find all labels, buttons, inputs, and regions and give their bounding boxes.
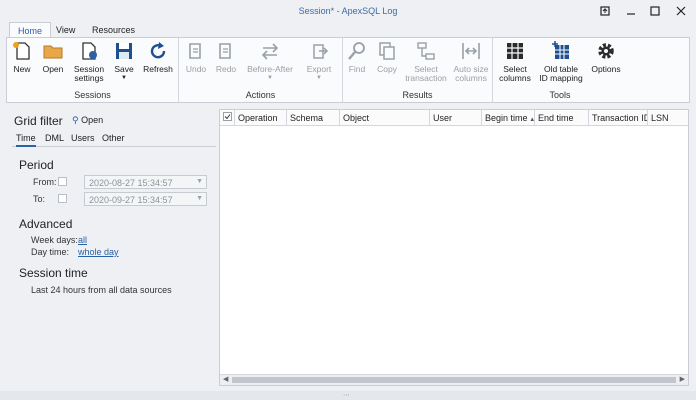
chevron-down-icon: ▼ (316, 75, 322, 81)
from-date-input[interactable]: 2020-08-27 15:34:57 ▼ (84, 175, 207, 189)
column-header-begin-time[interactable]: Begin time ▲ (482, 110, 535, 125)
old-table-id-mapping-button[interactable]: Old table ID mapping (539, 40, 583, 83)
redo-script-icon (219, 43, 231, 59)
subtab-users[interactable]: Users (71, 133, 95, 145)
column-header-transaction-id[interactable]: Transaction ID (589, 110, 648, 125)
period-heading: Period (19, 158, 54, 172)
tab-resources[interactable]: Resources (84, 22, 143, 38)
ribbon-group-sessions: New Open Session settings Save ▼ Refresh… (7, 38, 179, 102)
weekdays-link[interactable]: all (78, 235, 87, 245)
open-filter-button[interactable]: ⚲ Open (72, 115, 103, 126)
maximize-button[interactable] (646, 3, 664, 19)
from-label: From: (33, 177, 57, 187)
open-button[interactable]: Open (39, 40, 67, 74)
tab-view[interactable]: View (48, 22, 83, 38)
chevron-down-icon: ▼ (121, 75, 127, 81)
undo-button[interactable]: Undo (183, 40, 209, 74)
to-date-input[interactable]: 2020-09-27 15:34:57 ▼ (84, 192, 207, 206)
tab-home[interactable]: Home (9, 22, 52, 38)
auto-size-columns-icon (462, 43, 480, 59)
ribbon-group-results: Find Copy Select transaction Auto size c… (343, 38, 493, 102)
select-all-checkbox[interactable] (220, 110, 235, 125)
new-session-icon (13, 42, 30, 60)
before-after-icon (261, 43, 279, 60)
magnifier-icon (348, 42, 365, 60)
auto-size-columns-button[interactable]: Auto size columns (451, 40, 491, 83)
export-button[interactable]: Export ▼ (301, 40, 337, 83)
gear-icon (598, 43, 614, 59)
to-label: To: (33, 194, 46, 204)
grid-header: Operation Schema Object User Begin time … (220, 110, 688, 126)
advanced-heading: Advanced (19, 217, 73, 231)
resize-grip-icon[interactable]: ⋯ (343, 391, 350, 399)
folder-open-icon (43, 45, 63, 59)
weekdays-label: Week days: (31, 235, 78, 245)
refresh-button[interactable]: Refresh (141, 40, 175, 74)
floppy-disk-icon (116, 43, 132, 59)
daytime-label: Day time: (31, 247, 70, 257)
results-grid[interactable]: Operation Schema Object User Begin time … (219, 109, 689, 386)
options-button[interactable]: Options (589, 40, 623, 74)
column-header-object[interactable]: Object (340, 110, 430, 125)
filter-icon: ⚲ (72, 115, 79, 125)
select-columns-button[interactable]: Select columns (495, 40, 535, 83)
ribbon-tabs: Home View Resources (0, 22, 696, 38)
subtab-other[interactable]: Other (102, 133, 125, 145)
session-settings-icon (82, 42, 97, 60)
table-mapping-icon (552, 41, 569, 59)
save-button[interactable]: Save ▼ (111, 40, 137, 83)
ribbon-group-label: Tools (549, 90, 571, 100)
restore-ribbon-icon[interactable] (596, 3, 614, 19)
column-header-schema[interactable]: Schema (287, 110, 340, 125)
ribbon-group-label: Results (402, 90, 433, 100)
subtab-dml[interactable]: DML (45, 133, 64, 145)
chevron-down-icon[interactable]: ▼ (196, 195, 203, 202)
chevron-down-icon: ▼ (267, 75, 273, 81)
column-header-operation[interactable]: Operation (235, 110, 287, 125)
select-columns-icon (507, 43, 523, 59)
copy-icon (379, 42, 395, 60)
session-time-heading: Session time (19, 266, 88, 280)
scroll-right-icon[interactable]: ▶ (680, 375, 685, 383)
ribbon-group-tools: Select columns Old table ID mapping Opti… (493, 38, 627, 102)
select-transaction-icon (417, 42, 435, 60)
title-bar: Session* - ApexSQL Log (0, 0, 696, 22)
column-header-user[interactable]: User (430, 110, 482, 125)
new-button[interactable]: New (9, 40, 35, 74)
select-transaction-button[interactable]: Select transaction (403, 40, 449, 83)
ribbon: New Open Session settings Save ▼ Refresh… (6, 37, 690, 103)
find-button[interactable]: Find (343, 40, 371, 74)
session-settings-button[interactable]: Session settings (71, 40, 107, 83)
column-header-lsn[interactable]: LSN (648, 110, 688, 125)
export-icon (313, 44, 329, 59)
close-button[interactable] (672, 3, 690, 19)
chevron-down-icon[interactable]: ▼ (196, 178, 203, 185)
filter-subtabs: Time DML Users Other (12, 133, 216, 147)
refresh-icon (150, 42, 166, 59)
horizontal-scrollbar[interactable]: ◀ ▶ (220, 374, 688, 385)
from-checkbox[interactable] (58, 177, 67, 186)
column-header-end-time[interactable]: End time (535, 110, 589, 125)
daytime-link[interactable]: whole day (78, 247, 119, 257)
undo-script-icon (189, 43, 201, 59)
copy-button[interactable]: Copy (373, 40, 401, 74)
redo-button[interactable]: Redo (213, 40, 239, 74)
ribbon-group-label: Actions (245, 90, 276, 100)
to-checkbox[interactable] (58, 194, 67, 203)
sort-ascending-icon: ▲ (527, 117, 535, 123)
window-title: Session* - ApexSQL Log (298, 6, 398, 16)
session-time-text: Last 24 hours from all data sources (31, 285, 172, 295)
subtab-time[interactable]: Time (16, 133, 36, 147)
scrollbar-thumb[interactable] (232, 377, 676, 383)
scroll-left-icon[interactable]: ◀ (223, 375, 228, 383)
ribbon-group-actions: Undo Redo Before-After ▼ Export ▼ Action… (179, 38, 343, 102)
grid-filter-title: Grid filter (14, 114, 63, 128)
minimize-button[interactable] (622, 3, 640, 19)
grid-filter-panel: Grid filter ⚲ Open Time DML Users Other … (6, 106, 216, 391)
before-after-button[interactable]: Before-After ▼ (243, 40, 297, 83)
ribbon-group-label: Sessions (74, 90, 111, 100)
